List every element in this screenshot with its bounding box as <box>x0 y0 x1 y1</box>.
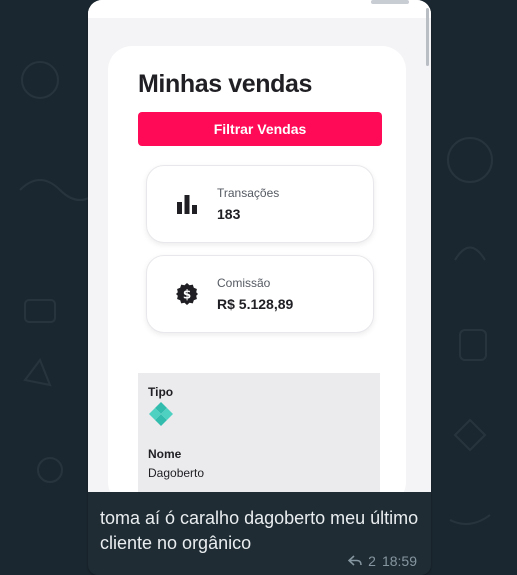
dollar-coin-icon: $ <box>176 283 198 305</box>
message-bubble[interactable]: Minhas vendas Filtrar Vendas Transações … <box>88 0 431 575</box>
message-time: 18:59 <box>381 553 417 569</box>
screenshot-image[interactable]: Minhas vendas Filtrar Vendas Transações … <box>88 0 431 492</box>
reply-icon[interactable] <box>348 555 362 567</box>
message-meta: 2 18:59 <box>348 553 417 569</box>
bar-chart-icon <box>177 195 197 214</box>
name-value: Dagoberto <box>148 466 205 480</box>
type-label: Tipo <box>148 385 174 399</box>
filter-sales-button[interactable]: Filtrar Vendas <box>138 112 382 146</box>
pix-diamond-icon <box>149 402 173 426</box>
sale-detail-box: Tipo Nome Dagoberto <box>138 373 380 492</box>
commission-value: R$ 5.128,89 <box>217 296 294 312</box>
svg-text:$: $ <box>183 288 191 302</box>
commission-card: $ Comissão R$ 5.128,89 <box>146 255 374 333</box>
reply-count[interactable]: 2 <box>368 553 376 569</box>
message-caption: toma aí ó caralho dagoberto meu último c… <box>100 508 419 553</box>
name-label: Nome <box>148 447 182 461</box>
transactions-label: Transações <box>217 186 280 200</box>
commission-label: Comissão <box>217 276 271 290</box>
screenshot-status-strip <box>371 0 409 4</box>
screenshot-scrollbar <box>426 8 429 66</box>
transactions-card: Transações 183 <box>146 165 374 243</box>
page-title: Minhas vendas <box>138 70 313 98</box>
transactions-value: 183 <box>217 206 241 222</box>
